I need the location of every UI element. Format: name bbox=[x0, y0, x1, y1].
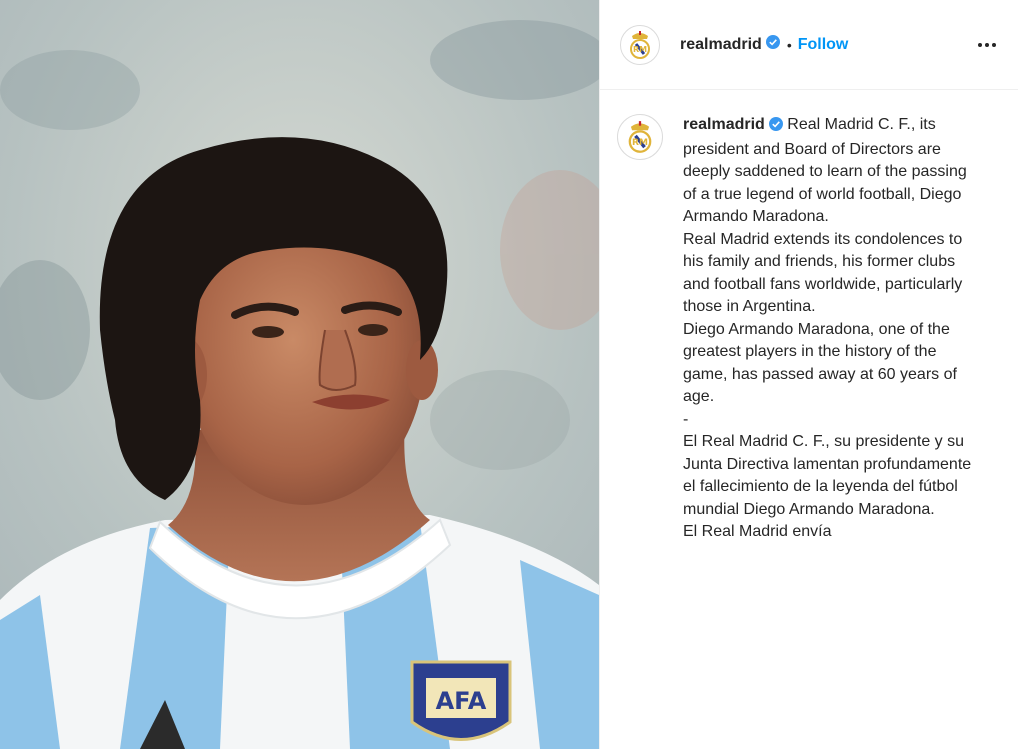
follow-button[interactable]: Follow bbox=[798, 36, 849, 54]
caption-username[interactable]: realmadrid bbox=[683, 116, 765, 133]
real-madrid-crest-icon: RM bbox=[628, 121, 652, 153]
caption-avatar[interactable]: RM bbox=[617, 114, 663, 160]
svg-text:RM: RM bbox=[632, 138, 648, 148]
instagram-post: AFA RM realmadrid • Follow RM realmadrid… bbox=[0, 0, 1018, 749]
caption-body: realmadrid Real Madrid C. F., its presid… bbox=[683, 114, 983, 544]
header-username[interactable]: realmadrid bbox=[680, 36, 762, 54]
verified-badge-icon bbox=[768, 116, 783, 139]
afa-badge-text: AFA bbox=[436, 687, 487, 715]
post-header: RM realmadrid • Follow bbox=[600, 0, 1018, 90]
afa-crest: AFA bbox=[410, 660, 512, 741]
maradona-portrait: AFA bbox=[0, 0, 599, 749]
more-options-icon[interactable] bbox=[978, 37, 996, 53]
real-madrid-crest-icon: RM bbox=[630, 30, 650, 59]
caption-section: RM realmadrid Real Madrid C. F., its pre… bbox=[600, 90, 1018, 558]
post-sidebar: RM realmadrid • Follow RM realmadrid Rea… bbox=[599, 0, 1018, 749]
svg-text:RM: RM bbox=[633, 45, 647, 54]
separator-dot: • bbox=[786, 36, 792, 53]
avatar[interactable]: RM bbox=[620, 24, 660, 65]
verified-badge-icon bbox=[765, 35, 780, 54]
post-photo[interactable]: AFA bbox=[0, 0, 599, 749]
caption-text: Real Madrid C. F., its president and Boa… bbox=[683, 116, 972, 540]
